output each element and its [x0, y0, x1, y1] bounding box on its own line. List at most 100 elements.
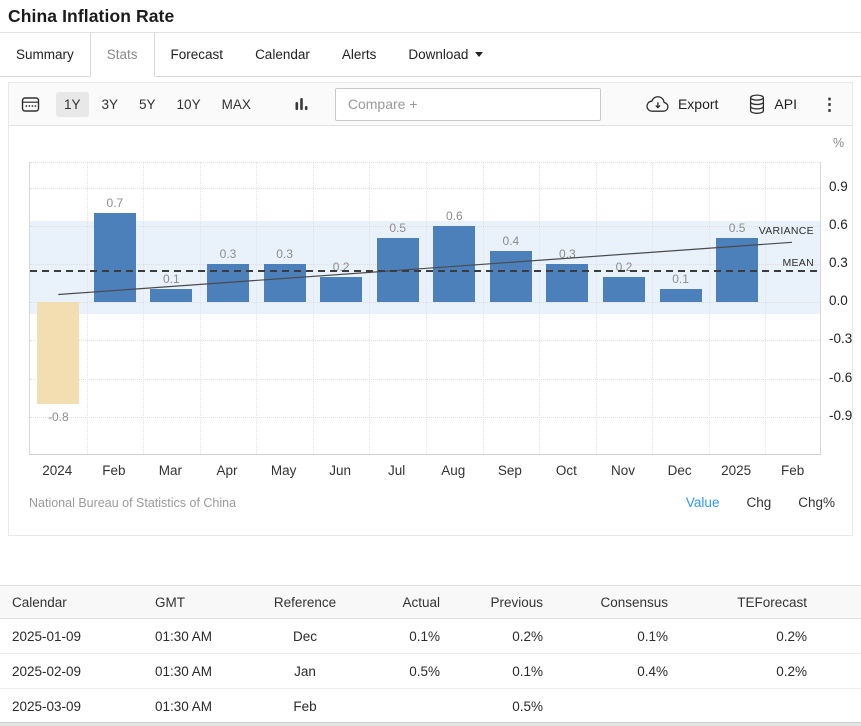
table-cell: 01:30 AM [145, 654, 250, 689]
table-cell: 2025-03-09 [0, 689, 145, 724]
tab-stats[interactable]: Stats [90, 33, 155, 77]
y-tick-label: -0.3 [829, 331, 852, 346]
page-header: China Inflation Rate [0, 0, 861, 33]
range-max-button[interactable]: MAX [214, 92, 259, 117]
chart-footer: National Bureau of Statistics of China V… [29, 495, 835, 510]
bar-chart-icon [295, 96, 309, 112]
table-cell: 0.4% [543, 654, 668, 689]
annotation-variance: VARIANCE [759, 225, 814, 237]
col-teforecast: TEForecast [668, 586, 861, 619]
api-button[interactable]: API [748, 94, 797, 115]
plot-area: -0.80.70.10.30.30.20.50.60.40.30.20.10.5… [29, 162, 821, 455]
page-title: China Inflation Rate [0, 0, 861, 27]
y-tick-label: 0.6 [829, 217, 848, 232]
chevron-down-icon [475, 52, 483, 57]
chart-panel: 1Y 3Y 5Y 10Y MAX [8, 82, 853, 536]
table-cell: 0.5% [440, 689, 543, 724]
table-cell [360, 689, 440, 724]
calendar-range-button[interactable] [21, 95, 40, 113]
col-reference: Reference [250, 586, 360, 619]
range-3y-button[interactable]: 3Y [94, 92, 127, 117]
y-tick-label: 0.0 [829, 293, 848, 308]
x-tick-label: Jul [368, 463, 425, 478]
y-tick-label: -0.6 [829, 370, 852, 385]
table-cell: 2025-02-09 [0, 654, 145, 689]
compare-input[interactable] [335, 88, 601, 121]
col-actual: Actual [360, 586, 440, 619]
table-body: 2025-01-0901:30 AMDec0.1%0.2%0.1%0.2%202… [0, 619, 861, 724]
calendar-table: Calendar GMT Reference Actual Previous C… [0, 585, 861, 724]
api-label: API [774, 96, 797, 112]
x-tick-label: Feb [86, 463, 143, 478]
table-cell: 0.1% [360, 619, 440, 654]
x-tick-label: Jun [312, 463, 369, 478]
y-tick-label: 0.3 [829, 255, 848, 270]
chg-link[interactable]: Chg [746, 495, 771, 510]
col-calendar: Calendar [0, 586, 145, 619]
range-10y-button[interactable]: 10Y [169, 92, 209, 117]
table-cell [668, 689, 861, 724]
kebab-menu-icon[interactable]: ⋮ [821, 96, 838, 113]
mean-line [30, 270, 820, 272]
x-tick-label: Oct [538, 463, 595, 478]
x-tick-label: Feb [764, 463, 821, 478]
database-icon [748, 94, 766, 115]
table-row: 2025-01-0901:30 AMDec0.1%0.2%0.1%0.2% [0, 619, 861, 654]
chart-toolbar: 1Y 3Y 5Y 10Y MAX [9, 83, 852, 126]
range-1y-button[interactable]: 1Y [56, 92, 89, 117]
x-axis: 2024FebMarAprMayJunJulAugSepOctNovDec202… [29, 463, 821, 481]
x-tick-label: Sep [482, 463, 539, 478]
cloud-download-icon [646, 96, 670, 113]
x-tick-label: May [255, 463, 312, 478]
col-gmt: GMT [145, 586, 250, 619]
range-selector: 1Y 3Y 5Y 10Y MAX [56, 92, 259, 117]
table-cell: 0.2% [440, 619, 543, 654]
y-tick-label: 0.9 [829, 179, 848, 194]
x-tick-label: Aug [425, 463, 482, 478]
x-tick-label: Nov [595, 463, 652, 478]
x-tick-label: Apr [199, 463, 256, 478]
source-label: National Bureau of Statistics of China [29, 496, 236, 510]
table-cell: 01:30 AM [145, 619, 250, 654]
trend-line [30, 162, 822, 455]
series-mode-links: Value Chg Chg% [686, 495, 835, 510]
tab-download[interactable]: Download [392, 33, 499, 76]
chg-pct-link[interactable]: Chg% [798, 495, 835, 510]
export-label: Export [678, 96, 718, 112]
table-cell: 01:30 AM [145, 689, 250, 724]
export-button[interactable]: Export [646, 96, 718, 113]
tab-forecast[interactable]: Forecast [155, 33, 240, 76]
next-row-divider [0, 722, 861, 726]
table-cell: Dec [250, 619, 360, 654]
x-tick-label: 2025 [708, 463, 765, 478]
table-cell: 2025-01-09 [0, 619, 145, 654]
table-cell: 0.5% [360, 654, 440, 689]
y-axis-unit: % [833, 136, 844, 150]
range-5y-button[interactable]: 5Y [131, 92, 164, 117]
tab-summary[interactable]: Summary [0, 33, 90, 76]
x-tick-label: 2024 [29, 463, 86, 478]
table-row: 2025-03-0901:30 AMFeb 0.5% [0, 689, 861, 724]
table-header-row: Calendar GMT Reference Actual Previous C… [0, 586, 861, 619]
y-tick-label: -0.9 [829, 408, 852, 423]
value-link[interactable]: Value [686, 495, 720, 510]
chart-type-button[interactable] [295, 96, 309, 112]
tab-download-label: Download [408, 47, 468, 62]
tab-calendar[interactable]: Calendar [239, 33, 326, 76]
y-axis: 0.9 0.6 0.3 0.0 -0.3 -0.6 -0.9 [829, 162, 861, 455]
x-tick-label: Dec [651, 463, 708, 478]
tab-alerts[interactable]: Alerts [326, 33, 393, 76]
table-row: 2025-02-0901:30 AMJan0.5%0.1%0.4%0.2% [0, 654, 861, 689]
col-consensus: Consensus [543, 586, 668, 619]
table-cell: 0.1% [440, 654, 543, 689]
annotation-mean: MEAN [782, 257, 814, 269]
tab-bar: Summary Stats Forecast Calendar Alerts D… [0, 33, 861, 77]
table-cell [543, 689, 668, 724]
table-cell: 0.2% [668, 654, 861, 689]
calendar-icon [21, 95, 40, 113]
col-previous: Previous [440, 586, 543, 619]
table-cell: 0.2% [668, 619, 861, 654]
table-cell: Feb [250, 689, 360, 724]
table-cell: 0.1% [543, 619, 668, 654]
x-tick-label: Mar [142, 463, 199, 478]
